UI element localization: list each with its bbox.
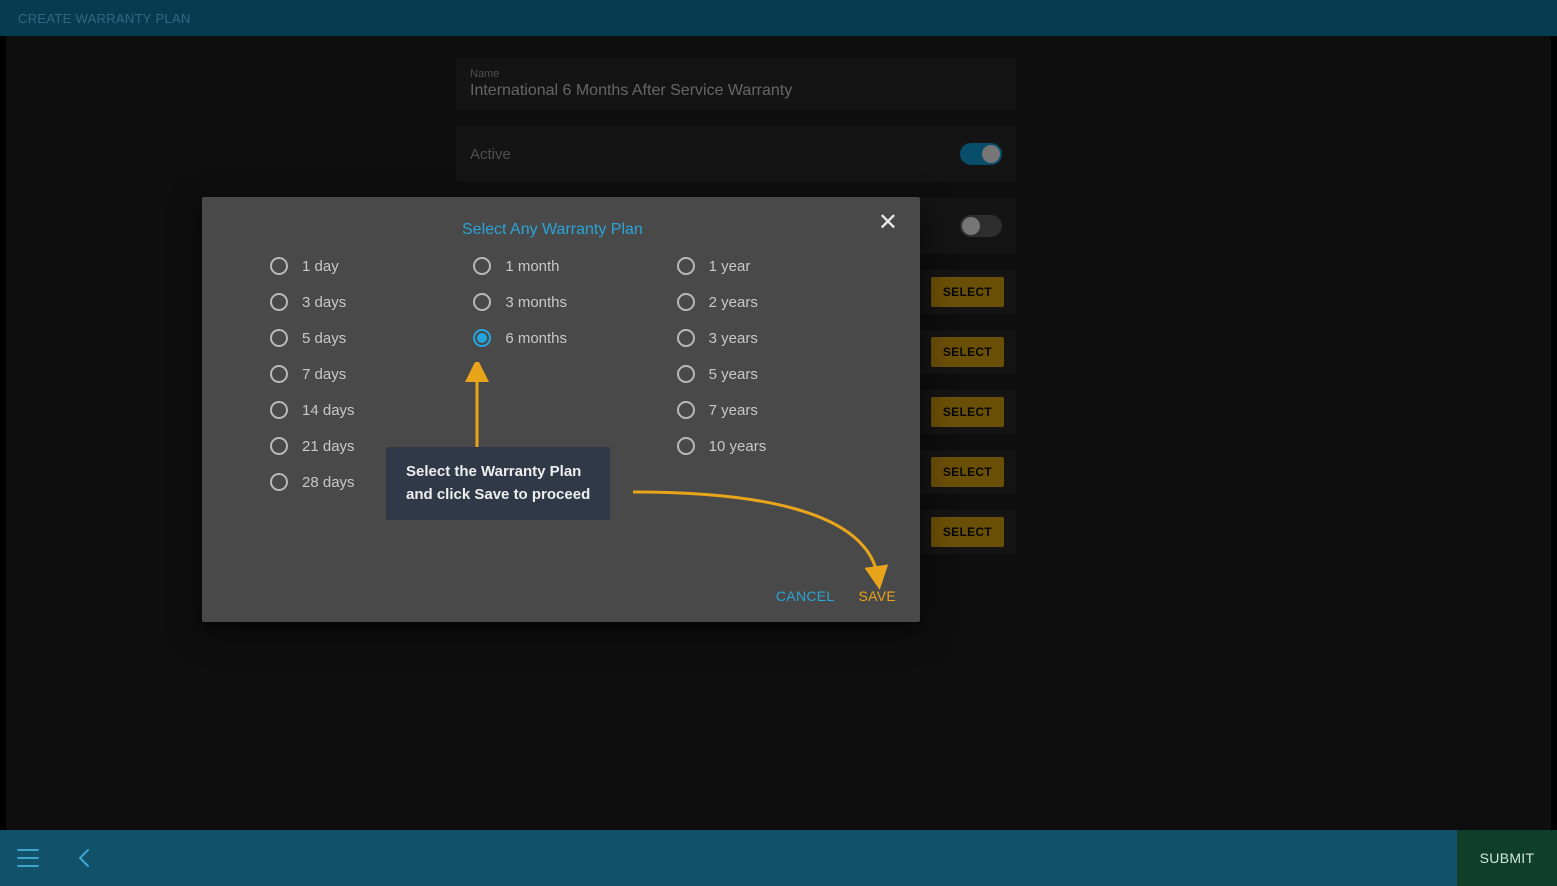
radio-icon	[270, 401, 288, 419]
instruction-tooltip: Select the Warranty Plan and click Save …	[386, 447, 610, 520]
radio-label: 2 years	[709, 294, 758, 311]
radio-label: 7 days	[302, 366, 346, 383]
radio-icon	[677, 365, 695, 383]
radio-label: 10 years	[709, 438, 767, 455]
close-icon[interactable]: ✕	[878, 211, 898, 235]
radio-icon	[677, 437, 695, 455]
radio-label: 28 days	[302, 474, 355, 491]
radio-option[interactable]: 5 days	[270, 329, 473, 347]
radio-label: 3 months	[505, 294, 567, 311]
radio-icon	[270, 365, 288, 383]
radio-option[interactable]: 5 years	[677, 365, 880, 383]
radio-label: 21 days	[302, 438, 355, 455]
radio-option[interactable]: 14 days	[270, 401, 473, 419]
bottom-bar: SUBMIT	[0, 830, 1557, 886]
radio-icon	[677, 329, 695, 347]
radio-icon	[270, 257, 288, 275]
save-button[interactable]: SAVE	[858, 588, 896, 604]
radio-label: 5 years	[709, 366, 758, 383]
warranty-plan-dialog: ✕ Select Any Warranty Plan 1 day 3 days 5 …	[202, 197, 920, 622]
radio-option[interactable]: 3 days	[270, 293, 473, 311]
radio-option[interactable]: 10 years	[677, 437, 880, 455]
cancel-button[interactable]: CANCEL	[776, 588, 835, 604]
radio-icon	[473, 257, 491, 275]
radio-label: 14 days	[302, 402, 355, 419]
radio-option[interactable]: 7 years	[677, 401, 880, 419]
radio-label: 5 days	[302, 330, 346, 347]
submit-button[interactable]: SUBMIT	[1457, 830, 1557, 886]
dialog-title: Select Any Warranty Plan	[462, 221, 643, 239]
menu-icon[interactable]	[0, 830, 56, 886]
radio-icon	[677, 293, 695, 311]
radio-label: 1 day	[302, 258, 339, 275]
radio-option[interactable]: 3 months	[473, 293, 676, 311]
radio-icon	[473, 329, 491, 347]
radio-icon	[270, 293, 288, 311]
hint-line2: and click Save to proceed	[406, 484, 590, 507]
radio-option[interactable]: 7 days	[270, 365, 473, 383]
radio-icon	[270, 437, 288, 455]
radio-icon	[270, 329, 288, 347]
radio-label: 7 years	[709, 402, 758, 419]
radio-option[interactable]: 1 year	[677, 257, 880, 275]
radio-label: 3 years	[709, 330, 758, 347]
radio-icon	[270, 473, 288, 491]
back-icon[interactable]	[56, 830, 112, 886]
radio-option[interactable]: 3 years	[677, 329, 880, 347]
radio-label: 1 year	[709, 258, 751, 275]
radio-icon	[677, 401, 695, 419]
radio-icon	[473, 293, 491, 311]
radio-option[interactable]: 6 months	[473, 329, 676, 347]
hint-line1: Select the Warranty Plan	[406, 461, 590, 484]
radio-icon	[677, 257, 695, 275]
radio-option[interactable]: 1 day	[270, 257, 473, 275]
radio-label: 1 month	[505, 258, 559, 275]
radio-option[interactable]: 1 month	[473, 257, 676, 275]
radio-option[interactable]: 2 years	[677, 293, 880, 311]
radio-label: 3 days	[302, 294, 346, 311]
radio-label: 6 months	[505, 330, 567, 347]
